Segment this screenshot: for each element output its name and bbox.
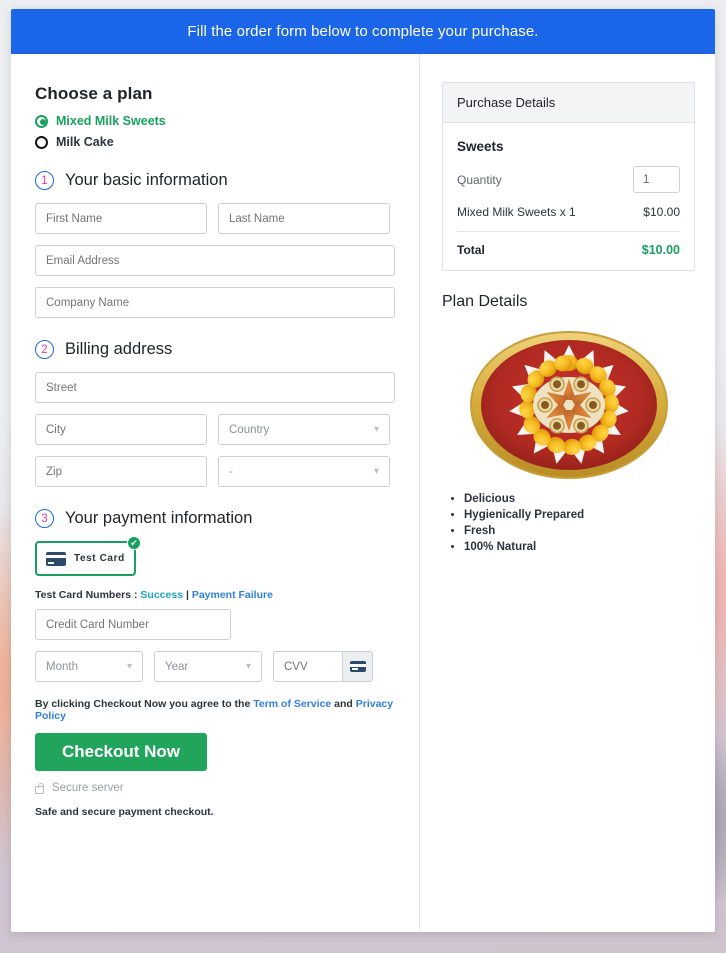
plan-image-container — [442, 323, 695, 483]
chevron-down-icon: ▾ — [245, 661, 251, 672]
sweets-platter-image — [469, 331, 668, 479]
total-label: Total — [457, 243, 485, 257]
first-name-input[interactable] — [35, 203, 207, 234]
quantity-input[interactable]: 1 — [633, 166, 680, 193]
chevron-down-icon: ▾ — [373, 466, 379, 477]
company-row — [35, 287, 395, 318]
expiry-year-select[interactable]: Year ▾ — [154, 651, 262, 682]
step-title: Your basic information — [65, 171, 228, 189]
payment-failure-card-link[interactable]: Payment Failure — [192, 589, 273, 601]
list-item: 100% Natural — [464, 541, 695, 553]
plan-features-list: Delicious Hygienically Prepared Fresh 10… — [464, 493, 695, 553]
content-columns: Choose a plan Mixed Milk Sweets Milk Cak… — [11, 54, 715, 930]
chevron-down-icon: ▾ — [373, 424, 379, 435]
list-item: Delicious — [464, 493, 695, 505]
email-row — [35, 245, 395, 276]
company-name-input[interactable] — [35, 287, 395, 318]
expiry-month-select[interactable]: Month ▾ — [35, 651, 143, 682]
plan-option-mixed-milk-sweets[interactable]: Mixed Milk Sweets — [35, 114, 395, 128]
line-item-price: $10.00 — [643, 205, 680, 219]
credit-card-icon — [46, 551, 66, 566]
cvv-input[interactable] — [273, 651, 342, 682]
safe-payment-note: Safe and secure payment checkout. — [35, 806, 214, 818]
test-card-payment-method[interactable]: Test Card ✔ — [35, 536, 141, 576]
country-select[interactable]: Country ▾ — [218, 414, 390, 445]
expiry-month-value: Month — [46, 660, 78, 673]
step-number-badge: 2 — [35, 340, 54, 359]
terms-of-service-link[interactable]: Term of Service — [253, 698, 331, 710]
terms-agreement-text: By clicking Checkout Now you agree to th… — [35, 698, 395, 722]
street-row — [35, 372, 395, 403]
step-header-billing-address: 2 Billing address — [35, 340, 395, 359]
cvv-group — [273, 651, 373, 682]
step-title: Billing address — [65, 340, 173, 358]
plan-option-label: Milk Cake — [56, 135, 114, 149]
plan-option-milk-cake[interactable]: Milk Cake — [35, 135, 395, 149]
checkout-card: Fill the order form below to complete yo… — [11, 9, 715, 932]
last-name-input[interactable] — [218, 203, 390, 234]
name-row — [35, 203, 395, 234]
credit-card-number-row — [35, 609, 395, 640]
test-card-numbers-note: Test Card Numbers : Success | Payment Fa… — [35, 589, 395, 601]
plan-details-title: Plan Details — [442, 293, 528, 310]
terms-prefix: By clicking Checkout Now you agree to th… — [35, 698, 254, 710]
cvv-help-button[interactable] — [342, 651, 373, 682]
radio-icon-selected[interactable] — [35, 114, 48, 128]
page-banner: Fill the order form below to complete yo… — [11, 9, 715, 54]
chevron-down-icon: ▾ — [126, 661, 132, 672]
step-title: Your payment information — [65, 509, 253, 527]
terms-and: and — [331, 698, 356, 710]
summary-column: Purchase Details Sweets Quantity 1 Mixed… — [420, 54, 715, 930]
step-header-payment-information: 3 Your payment information — [35, 509, 395, 528]
purchase-details-panel: Purchase Details Sweets Quantity 1 Mixed… — [442, 82, 695, 271]
quantity-row: Quantity 1 — [457, 166, 680, 193]
success-card-link[interactable]: Success — [140, 589, 183, 601]
line-item-row: Mixed Milk Sweets x 1 $10.00 — [457, 205, 680, 219]
city-country-row: Country ▾ — [35, 414, 395, 445]
purchase-category: Sweets — [457, 139, 504, 154]
street-input[interactable] — [35, 372, 395, 403]
step-number-badge: 1 — [35, 171, 54, 190]
country-select-value: Country — [229, 423, 270, 436]
expiry-cvv-row: Month ▾ Year ▾ — [35, 651, 395, 682]
expiry-year-value: Year — [165, 660, 189, 673]
credit-card-number-input[interactable] — [35, 609, 231, 640]
divider — [457, 231, 680, 232]
quantity-label: Quantity — [457, 172, 502, 187]
line-item-name: Mixed Milk Sweets x 1 — [457, 205, 576, 219]
state-select[interactable]: - ▾ — [218, 456, 390, 487]
total-value: $10.00 — [641, 243, 680, 257]
link-separator: | — [183, 589, 192, 601]
check-circle-icon: ✔ — [127, 536, 141, 550]
credit-card-icon — [349, 661, 366, 672]
order-form-column: Choose a plan Mixed Milk Sweets Milk Cak… — [11, 54, 420, 930]
plan-option-label: Mixed Milk Sweets — [56, 114, 166, 128]
secure-server-row: Secure server — [35, 782, 395, 794]
purchase-details-body: Sweets Quantity 1 Mixed Milk Sweets x 1 … — [443, 123, 694, 270]
test-numbers-prefix: Test Card Numbers : — [35, 589, 141, 601]
secure-server-label: Secure server — [52, 782, 124, 794]
city-input[interactable] — [35, 414, 207, 445]
total-row: Total $10.00 — [457, 243, 680, 257]
email-input[interactable] — [35, 245, 395, 276]
step-header-basic-information: 1 Your basic information — [35, 171, 395, 190]
test-card-label: Test Card — [74, 553, 125, 564]
list-item: Fresh — [464, 525, 695, 537]
checkout-page: Fill the order form below to complete yo… — [11, 9, 715, 932]
zip-state-row: - ▾ — [35, 456, 395, 487]
list-item: Hygienically Prepared — [464, 509, 695, 521]
purchase-details-header: Purchase Details — [443, 83, 694, 123]
state-select-value: - — [229, 465, 233, 478]
checkout-now-button[interactable]: Checkout Now — [35, 733, 207, 771]
step-number-badge: 3 — [35, 509, 54, 528]
lock-icon — [35, 782, 44, 794]
zip-input[interactable] — [35, 456, 207, 487]
radio-icon-unselected[interactable] — [35, 135, 48, 149]
choose-plan-heading: Choose a plan — [35, 84, 153, 103]
